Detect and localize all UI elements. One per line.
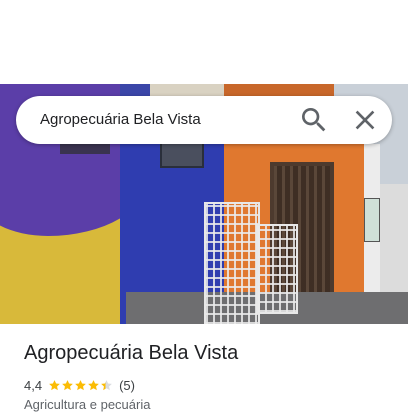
photo-sign <box>150 84 230 96</box>
place-title[interactable]: Agropecuária Bela Vista <box>24 342 238 365</box>
star-icon <box>75 379 86 390</box>
photo-poster <box>364 198 380 242</box>
top-blank-area <box>0 0 408 84</box>
rating-row[interactable]: 4,4 (5) <box>24 376 135 394</box>
place-info-panel: Agropecuária Bela Vista 4,4 (5) Agricult… <box>0 324 408 412</box>
close-icon <box>355 110 375 130</box>
search-icon <box>302 108 326 132</box>
rating-value: 4,4 <box>24 377 43 393</box>
review-count[interactable]: (5) <box>119 378 135 393</box>
search-input[interactable] <box>40 96 300 144</box>
photo-window <box>160 142 204 168</box>
star-icon <box>49 379 60 390</box>
search-button[interactable] <box>298 104 330 136</box>
star-icon <box>101 379 112 390</box>
search-bar <box>16 96 392 144</box>
close-button[interactable] <box>349 104 381 136</box>
photo-bird-cage <box>256 224 298 314</box>
photo-bird-cage <box>204 202 260 324</box>
star-icon <box>88 379 99 390</box>
star-rating <box>48 379 113 392</box>
place-category[interactable]: Agricultura e pecuária <box>24 397 150 412</box>
star-icon <box>62 379 73 390</box>
